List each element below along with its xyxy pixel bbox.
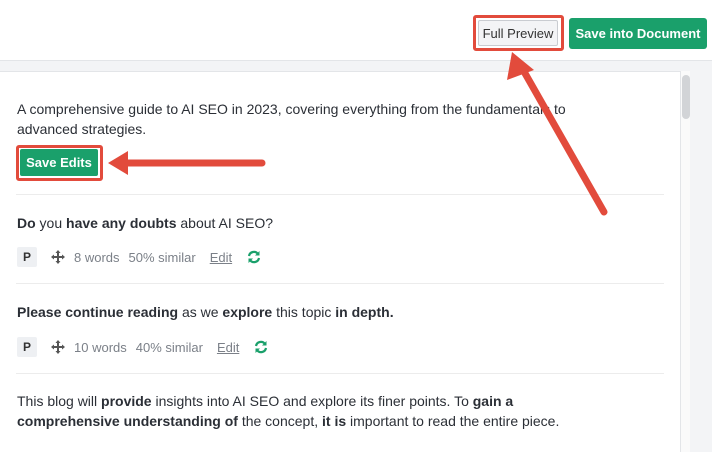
move-icon[interactable]: [51, 340, 65, 354]
text-segment: important to read the entire piece.: [346, 413, 560, 429]
scrollbar-track[interactable]: [681, 71, 690, 452]
divider: [16, 194, 664, 195]
text-segment: about AI SEO?: [176, 215, 274, 231]
similarity: 50% similar: [128, 249, 196, 265]
full-preview-button[interactable]: Full Preview: [478, 20, 558, 46]
similarity: 40% similar: [135, 339, 203, 355]
intro-text: A comprehensive guide to AI SEO in 2023,…: [17, 101, 566, 137]
sentence-1: Do you have any doubts about AI SEO?: [17, 213, 273, 233]
bold-text: in depth.: [335, 304, 394, 320]
text-segment: the concept,: [237, 413, 322, 429]
bold-text: it is: [322, 413, 347, 429]
refresh-icon[interactable]: [247, 250, 261, 264]
text-segment: This blog will: [17, 393, 102, 409]
paragraph-badge: P: [17, 247, 37, 267]
text-segment: insights into AI SEO and explore its fin…: [151, 393, 473, 409]
sentence-2-meta: P 10 words 40% similar Edit: [17, 336, 268, 358]
bold-text: explore: [222, 304, 273, 320]
edit-link[interactable]: Edit: [217, 340, 239, 355]
bold-text: have any doubts: [66, 215, 177, 231]
divider: [16, 283, 664, 284]
refresh-icon[interactable]: [254, 340, 268, 354]
word-count: 8 words: [74, 249, 120, 265]
save-into-document-button[interactable]: Save into Document: [569, 18, 707, 49]
sentence-3: This blog will provide insights into AI …: [17, 391, 617, 431]
paragraph-badge: P: [17, 337, 37, 357]
word-count: 10 words: [74, 339, 127, 355]
text-segment: as we: [178, 304, 223, 320]
text-segment: this topic: [272, 304, 336, 320]
edit-link[interactable]: Edit: [210, 250, 232, 265]
text-segment: you: [35, 215, 67, 231]
sentence-1-meta: P 8 words 50% similar Edit: [17, 246, 261, 268]
bold-text: Do: [17, 215, 36, 231]
sentence-2: Please continue reading as we explore th…: [17, 302, 394, 322]
save-edits-button[interactable]: Save Edits: [20, 149, 98, 176]
scrollbar-thumb[interactable]: [682, 75, 690, 119]
bold-text: Please continue reading: [17, 304, 179, 320]
move-icon[interactable]: [51, 250, 65, 264]
bold-text: provide: [101, 393, 152, 409]
divider: [16, 373, 664, 374]
